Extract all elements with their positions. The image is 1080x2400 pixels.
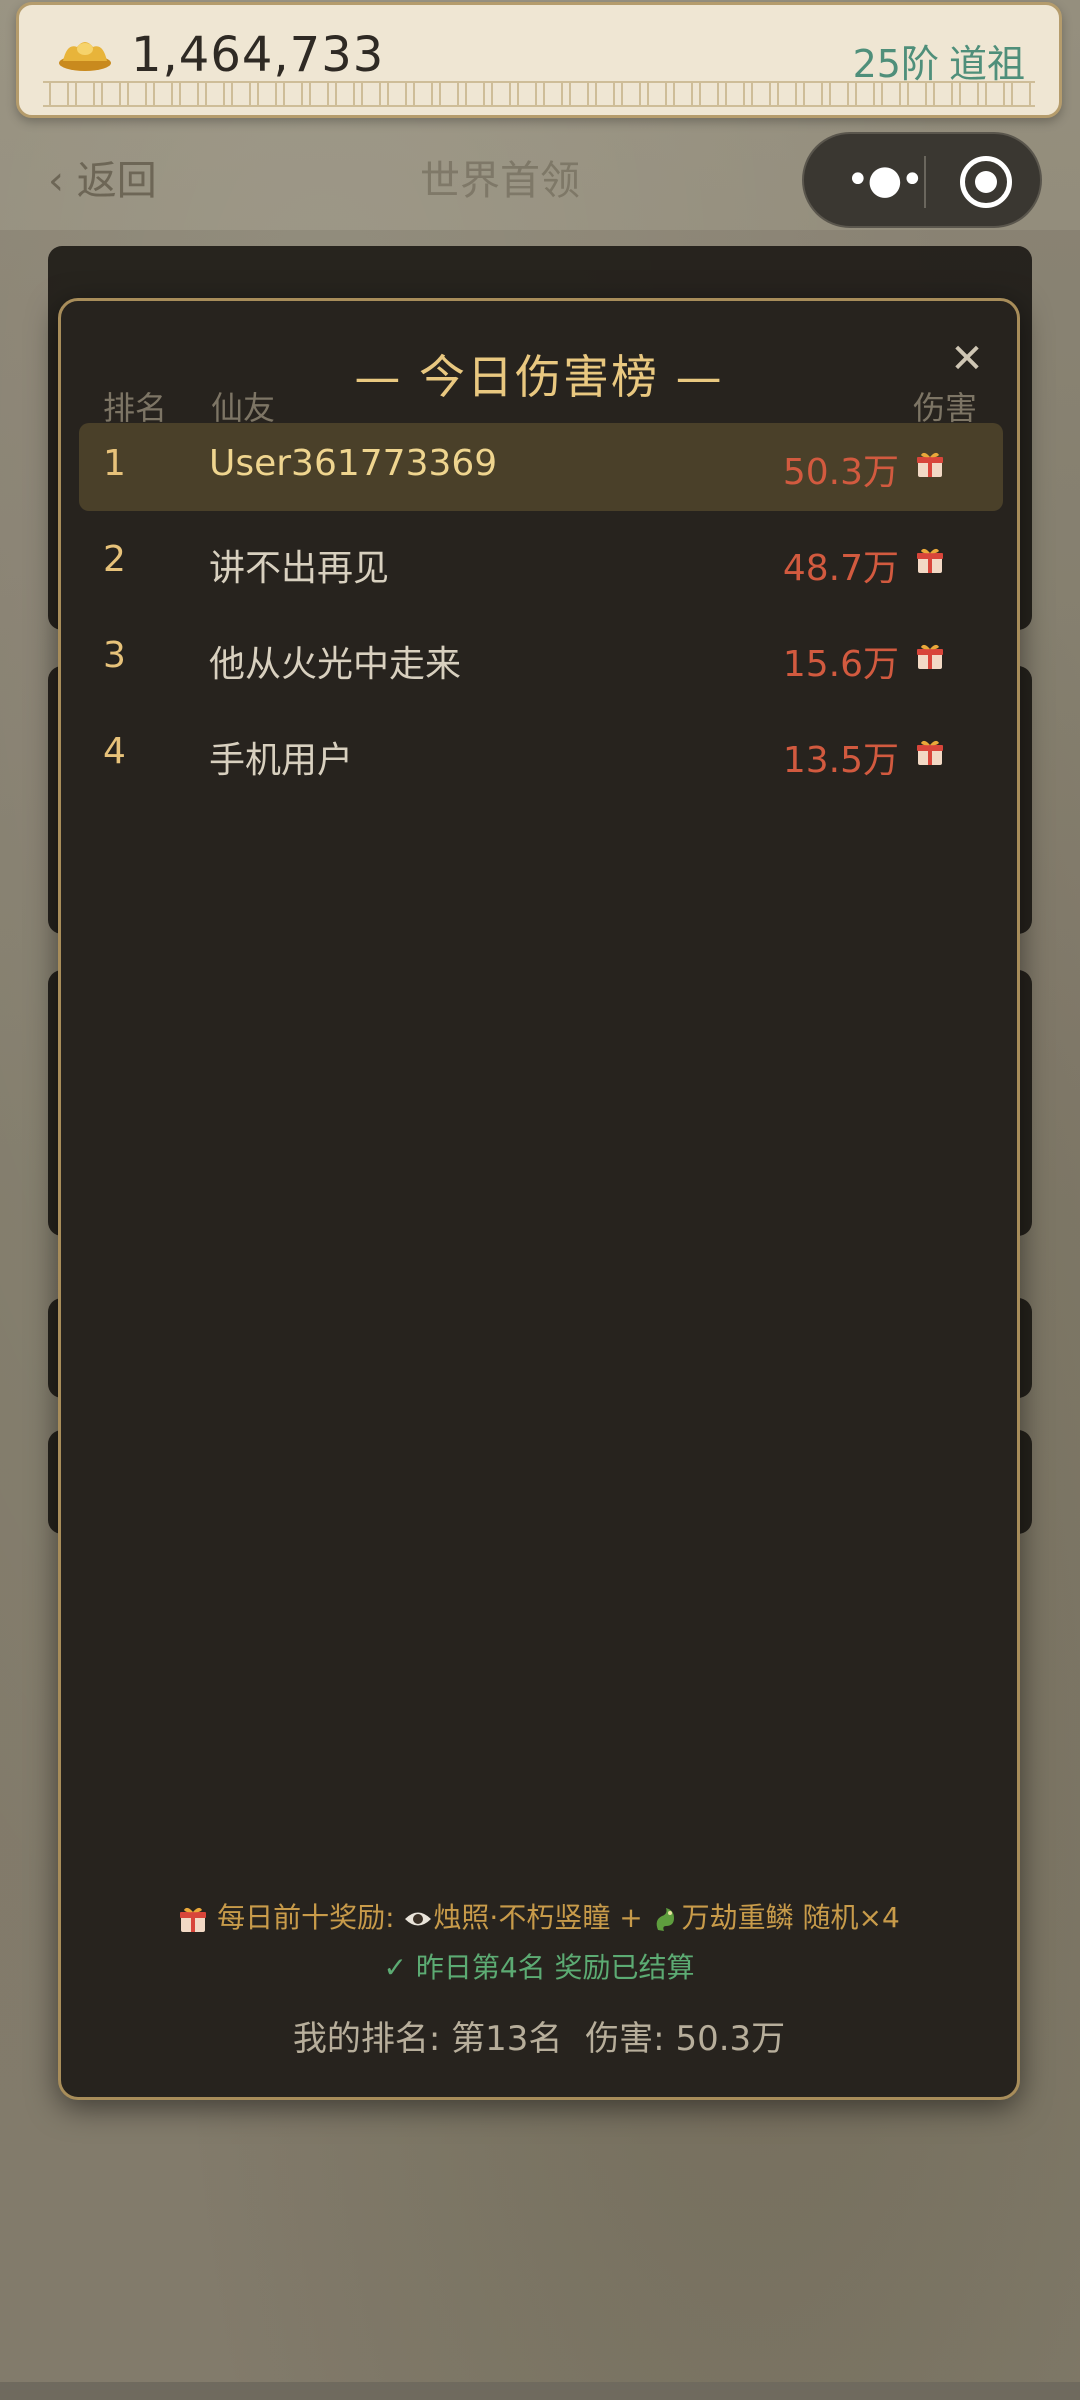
cultivation-rank: 25阶 道祖	[843, 33, 1025, 88]
fret-border-decoration	[43, 81, 1035, 107]
reward-plus: +	[619, 1901, 643, 1934]
gift-icon	[917, 644, 943, 669]
close-miniprogram-icon[interactable]	[960, 156, 1012, 208]
gift-icon	[917, 740, 943, 765]
page-title: 世界首领	[420, 158, 580, 204]
daily-reward-info: 每日前十奖励: 烛照·不朽竖瞳 + 万劫重鳞 随机×4	[61, 1896, 1017, 1936]
my-ranking: 我的排名: 第13名 伤害: 50.3万	[61, 2011, 1017, 2060]
row-player-name: 手机用户	[209, 740, 354, 781]
damage-ranking-modal: — 今日伤害榜 — ✕ 排名 仙友 伤害 1 User361773369 50.…	[58, 298, 1020, 2100]
reward-item-1: 烛照·不朽竖瞳	[433, 1901, 611, 1934]
ranking-row[interactable]: 3 他从火光中走来 15.6万	[79, 615, 1003, 703]
ranking-row[interactable]: 4 手机用户 13.5万	[79, 711, 1003, 799]
row-damage: 50.3万	[782, 452, 899, 493]
row-player-name: 他从火光中走来	[209, 644, 462, 685]
back-button[interactable]: ‹ 返回	[48, 148, 157, 206]
check-icon: ✓	[383, 1951, 407, 1984]
row-rank: 4	[103, 731, 126, 772]
more-icon[interactable]: •●•	[834, 158, 934, 206]
row-rank: 3	[103, 635, 126, 676]
row-rank: 2	[103, 539, 126, 580]
yesterday-text: 昨日第4名 奖励已结算	[415, 1951, 695, 1984]
yesterday-status: ✓ 昨日第4名 奖励已结算	[61, 1946, 1017, 1986]
reward-item-2: 万劫重鳞	[681, 1901, 794, 1934]
gold-ingot-icon	[59, 42, 111, 71]
reward-suffix: 随机×4	[802, 1901, 900, 1934]
back-label: 返回	[76, 158, 157, 204]
ranking-row[interactable]: 1 User361773369 50.3万	[79, 423, 1003, 511]
modal-title: — 今日伤害榜 —	[354, 350, 724, 404]
currency-bar: 1,464,733 25阶 道祖	[16, 2, 1062, 118]
gift-icon	[917, 548, 943, 573]
gift-icon	[180, 1907, 207, 1932]
rank-title: 道祖	[948, 42, 1025, 86]
my-rank: 我的排名: 第13名	[292, 2019, 563, 2059]
row-player-name: User361773369	[209, 443, 498, 484]
dragon-icon	[656, 1908, 674, 1931]
row-damage: 15.6万	[782, 644, 899, 685]
capsule-divider	[924, 156, 926, 208]
coin-balance: 1,464,733	[131, 27, 385, 83]
eye-icon	[405, 1912, 432, 1926]
ranking-row[interactable]: 2 讲不出再见 48.7万	[79, 519, 1003, 607]
reward-prefix: 每日前十奖励:	[217, 1901, 395, 1934]
bottom-edge	[0, 2382, 1080, 2400]
row-rank: 1	[103, 443, 126, 484]
close-icon[interactable]: ✕	[945, 337, 989, 381]
miniprogram-capsule: •●•	[802, 132, 1042, 228]
row-damage: 48.7万	[782, 548, 899, 589]
row-player-name: 讲不出再见	[209, 548, 390, 589]
gift-icon	[917, 452, 943, 477]
rank-level: 25阶	[852, 42, 939, 86]
row-damage: 13.5万	[782, 740, 899, 781]
my-damage: 伤害: 50.3万	[585, 2019, 786, 2059]
